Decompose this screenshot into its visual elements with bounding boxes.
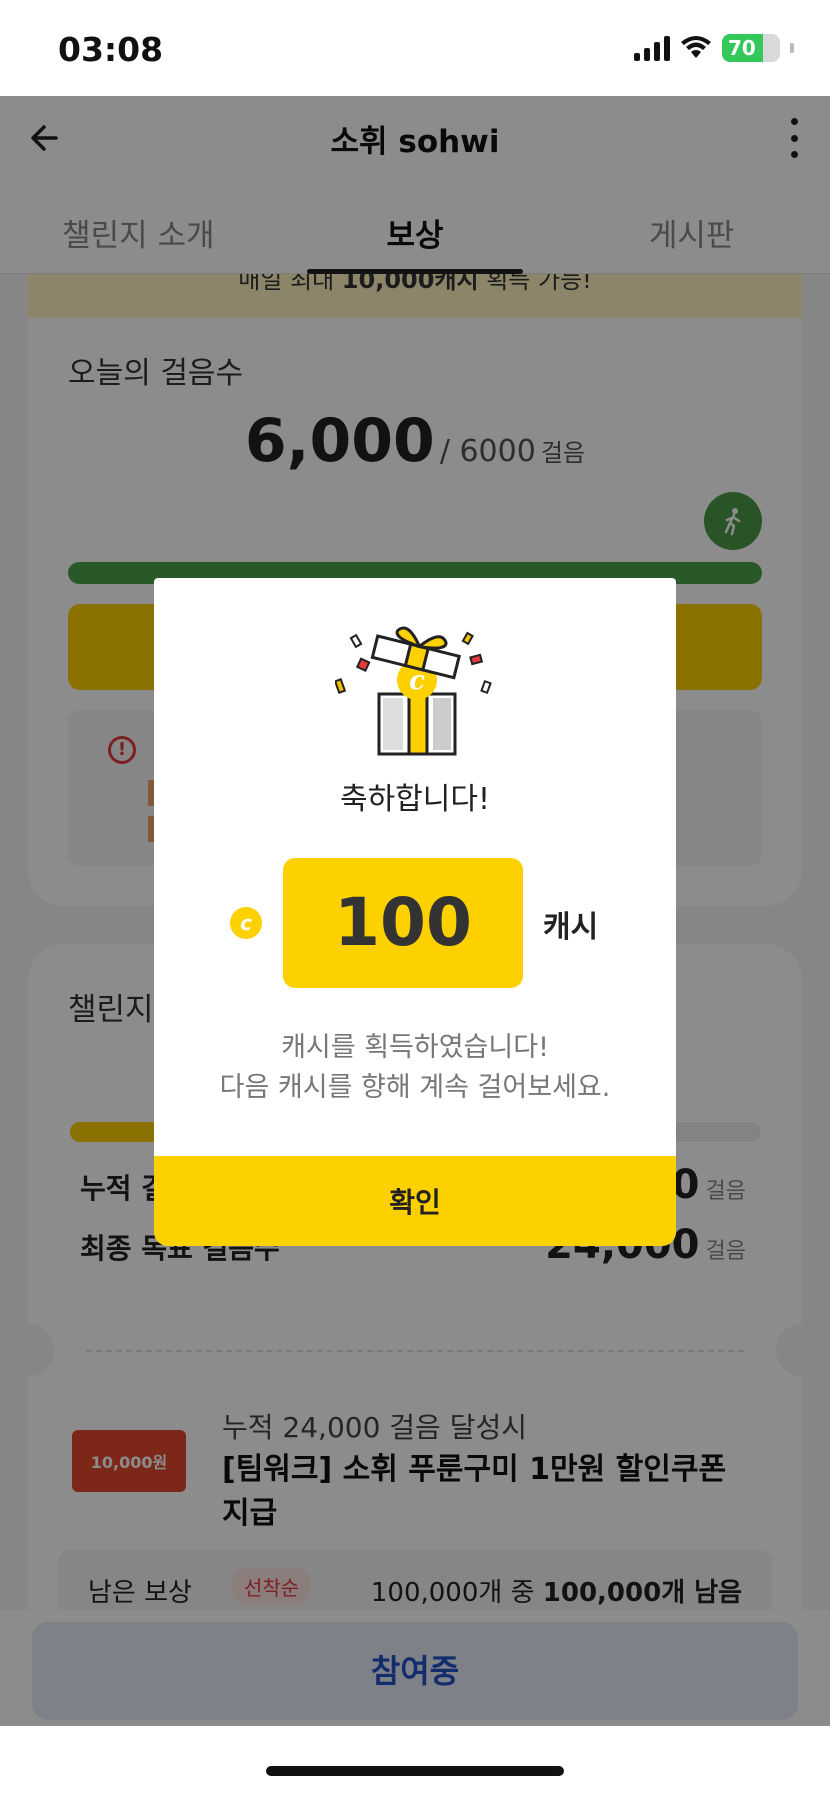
gift-box-icon: c bbox=[335, 626, 492, 756]
wifi-icon bbox=[681, 36, 711, 58]
home-area bbox=[0, 1726, 830, 1796]
congrats-title: 축하합니다! bbox=[339, 782, 491, 817]
status-icons: 70 bbox=[634, 34, 794, 62]
home-indicator[interactable] bbox=[266, 1766, 564, 1776]
cash-unit: 캐시 bbox=[543, 910, 599, 945]
status-time: 03:08 bbox=[58, 30, 164, 69]
confirm-button[interactable]: 확인 bbox=[154, 1156, 676, 1246]
modal-message: 캐시를 획득하였습니다! 다음 캐시를 향해 계속 걸어보세요. bbox=[154, 1028, 676, 1108]
modal-message-line2: 다음 캐시를 향해 계속 걸어보세요. bbox=[219, 1072, 611, 1103]
reward-modal: c 축하합니다! c 100 캐시 캐시를 획득하였습니다! 다음 캐시를 향해… bbox=[154, 578, 676, 1246]
cash-coin-icon: c bbox=[230, 907, 262, 939]
signal-icon bbox=[634, 35, 670, 61]
status-bar: 03:08 70 bbox=[0, 0, 830, 96]
battery-icon: 70 bbox=[722, 34, 780, 62]
battery-level: 70 bbox=[728, 36, 756, 60]
modal-message-line1: 캐시를 획득하였습니다! bbox=[281, 1032, 549, 1063]
cash-amount-row: c 100 캐시 bbox=[154, 858, 676, 988]
battery-tip bbox=[790, 43, 794, 53]
cash-amount: 100 bbox=[283, 858, 523, 988]
